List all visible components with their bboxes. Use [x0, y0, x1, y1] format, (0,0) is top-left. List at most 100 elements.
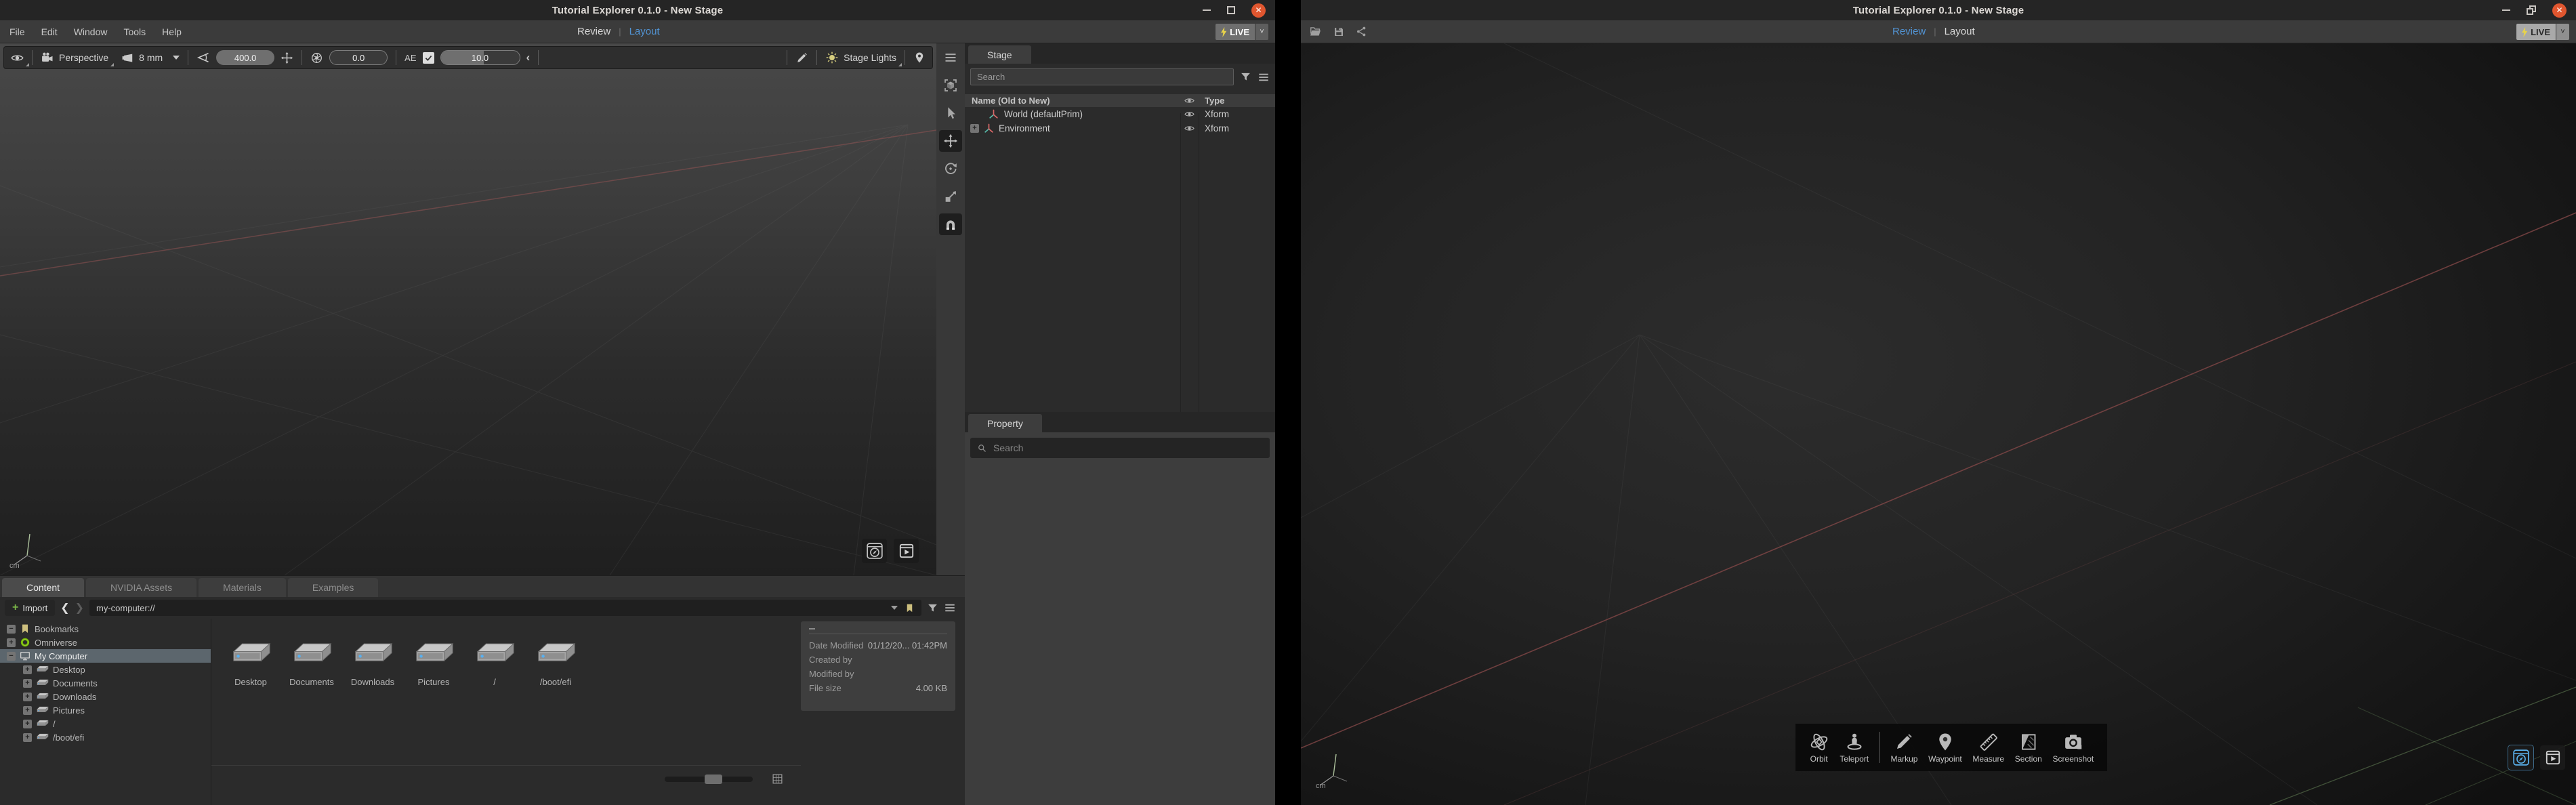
menu-file[interactable]: File [9, 26, 25, 37]
tab-examples[interactable]: Examples [288, 578, 378, 597]
file-item-documents[interactable]: Documents [281, 640, 342, 687]
expand-toggle[interactable]: + [23, 693, 32, 701]
move-tool[interactable] [939, 130, 962, 152]
expand-toggle[interactable]: + [23, 665, 32, 674]
maximize-button[interactable] [1227, 6, 1235, 14]
waypoint-button[interactable]: Waypoint [1928, 732, 1962, 764]
expand-toggle[interactable]: + [23, 720, 32, 728]
file-item-downloads[interactable]: Downloads [342, 640, 403, 687]
tab-layout[interactable]: Layout [629, 26, 660, 37]
visibility-menu-button[interactable] [11, 51, 24, 64]
tree-item-my-computer[interactable]: −My Computer [0, 649, 211, 663]
menu-help[interactable]: Help [162, 26, 182, 37]
expand-toggle[interactable]: + [970, 124, 979, 133]
scale-tool[interactable] [939, 186, 962, 207]
select-tool[interactable] [939, 102, 962, 124]
close-button[interactable]: ✕ [2552, 3, 2567, 18]
teleport-button[interactable]: Teleport [1840, 732, 1869, 764]
file-item-pictures[interactable]: Pictures [403, 640, 464, 687]
column-divider[interactable] [1180, 113, 1181, 412]
play-timeline-button[interactable] [2540, 745, 2565, 770]
visibility-eye-icon[interactable] [1184, 123, 1194, 133]
exposure-slider[interactable]: 10.0 [440, 50, 520, 65]
expand-toggle[interactable]: + [23, 679, 32, 688]
tab-review[interactable]: Review [1892, 26, 1926, 37]
auto-exposure-checkbox[interactable] [423, 52, 434, 64]
tab-nvidia-assets[interactable]: NVIDIA Assets [86, 578, 196, 597]
back-button[interactable]: ❮ [60, 601, 69, 615]
options-icon[interactable] [1258, 71, 1270, 83]
column-name[interactable]: Name (Old to New) [965, 96, 1180, 106]
menu-window[interactable]: Window [74, 26, 108, 37]
open-folder-icon[interactable] [1309, 25, 1322, 38]
tab-content[interactable]: Content [2, 578, 84, 597]
expand-toggle[interactable]: + [23, 733, 32, 742]
bookmark-icon[interactable] [905, 603, 915, 613]
orbit-button[interactable]: Orbit [1809, 732, 1829, 764]
camera-menu-button[interactable]: Perspective [41, 51, 108, 64]
viewport-menu-button[interactable] [939, 47, 962, 68]
tree-item-boot-efi[interactable]: +/boot/efi [0, 730, 211, 744]
filter-icon[interactable] [1240, 71, 1251, 83]
close-button[interactable]: ✕ [1251, 3, 1266, 18]
column-visibility[interactable] [1180, 96, 1199, 106]
tree-item-root[interactable]: +/ [0, 717, 211, 730]
visibility-eye-icon[interactable] [1184, 109, 1194, 119]
rotate-tool[interactable] [939, 158, 962, 180]
grid-view-icon[interactable] [772, 773, 783, 785]
forward-button[interactable]: ❯ [75, 601, 84, 615]
focal-length-field[interactable]: 400.0 [216, 50, 274, 65]
tree-item-omniverse[interactable]: +Omniverse [0, 636, 211, 649]
stage-search-input[interactable] [970, 68, 1234, 85]
menu-edit[interactable]: Edit [41, 26, 58, 37]
details-collapse-icon[interactable] [809, 628, 815, 629]
options-icon[interactable] [944, 602, 956, 614]
navigation-compass-button[interactable] [862, 539, 887, 563]
aperture-field[interactable]: 0.0 [329, 50, 388, 65]
live-chevron[interactable]: ˅ [2556, 24, 2569, 40]
tab-layout[interactable]: Layout [1945, 26, 1975, 37]
file-item-boot-efi[interactable]: /boot/efi [525, 640, 586, 687]
expand-toggle[interactable]: + [23, 706, 32, 715]
restore-button[interactable] [2527, 5, 2536, 15]
path-dropdown-icon[interactable] [891, 606, 898, 610]
live-chevron[interactable]: ˅ [1255, 24, 1268, 40]
stage-row-environment[interactable]: +Environment Xform [965, 121, 1275, 136]
stage-row-world[interactable]: World (defaultPrim) Xform [965, 107, 1275, 121]
file-item-root[interactable]: / [464, 640, 525, 687]
thumbnail-size-slider[interactable] [665, 777, 753, 782]
move-target-icon[interactable] [281, 51, 293, 64]
collapse-left-icon[interactable]: ‹ [526, 51, 531, 64]
expand-toggle[interactable]: + [7, 638, 16, 647]
tree-item-documents[interactable]: +Documents [0, 676, 211, 690]
property-search-input[interactable] [993, 442, 1263, 453]
screenshot-button[interactable]: Screenshot [2053, 732, 2094, 764]
stage-tab[interactable]: Stage [968, 45, 1031, 64]
waypoint-pin-icon[interactable] [913, 51, 926, 64]
filter-icon[interactable] [927, 602, 938, 614]
frame-selection-tool[interactable] [939, 75, 962, 96]
path-input[interactable] [96, 603, 884, 613]
tree-item-desktop[interactable]: +Desktop [0, 663, 211, 676]
live-badge[interactable]: LIVE [2516, 24, 2556, 40]
live-badge[interactable]: LIVE [1216, 24, 1255, 40]
collapse-toggle[interactable]: − [7, 625, 16, 634]
viewport-3d[interactable]: Perspective 8 mm 400.0 0.0 AE 10.0 ‹ Sta… [0, 43, 936, 575]
stage-lights-button[interactable]: Stage Lights [825, 51, 896, 64]
file-item-desktop[interactable]: Desktop [220, 640, 281, 687]
tree-item-downloads[interactable]: +Downloads [0, 690, 211, 703]
lens-menu-button[interactable]: 8 mm [121, 51, 180, 64]
section-button[interactable]: Section [2015, 732, 2042, 764]
markup-button[interactable]: Markup [1890, 732, 1917, 764]
markup-pencil-icon[interactable] [795, 51, 808, 64]
tab-review[interactable]: Review [577, 26, 610, 37]
save-icon[interactable] [1333, 26, 1345, 38]
import-button[interactable]: +Import [5, 600, 55, 616]
tab-materials[interactable]: Materials [199, 578, 286, 597]
play-timeline-button[interactable] [894, 539, 919, 563]
minimize-button[interactable] [2502, 9, 2510, 11]
property-tab[interactable]: Property [968, 414, 1042, 432]
snap-tool[interactable] [939, 213, 962, 235]
viewport-3d[interactable]: cm Orbit Teleport Markup Waypoint Measur… [1301, 43, 2576, 805]
minimize-button[interactable] [1203, 9, 1211, 11]
